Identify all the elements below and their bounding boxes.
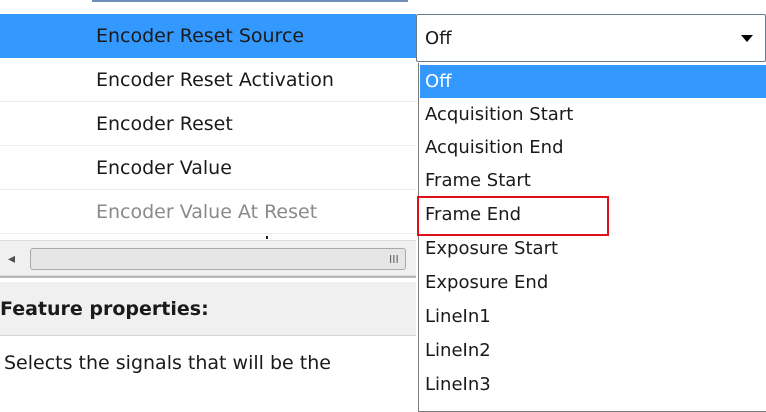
property-row-encoder-reset-source[interactable]: Encoder Reset Source (0, 14, 416, 58)
feature-properties-header: Feature properties: (0, 282, 416, 336)
property-label: Encoder Reset Source (96, 25, 305, 47)
dropdown-option-linein2[interactable]: LineIn2 (420, 334, 766, 367)
dropdown-list: Off Acquisition Start Acquisition End Fr… (418, 63, 766, 412)
property-row-encoder-value[interactable]: Encoder Value (0, 146, 416, 190)
horizontal-scrollbar[interactable]: ◂ III (0, 240, 416, 276)
property-row-encoder-reset[interactable]: Encoder Reset (0, 102, 416, 146)
property-row-encoder-value-at-reset[interactable]: Encoder Value At Reset (0, 190, 416, 234)
property-label: Encoder Reset (96, 113, 233, 135)
dropdown-option-exposure-start[interactable]: Exposure Start (420, 232, 766, 265)
dropdown-option-acquisition-end[interactable]: Acquisition End (420, 131, 766, 164)
property-label: Encoder Reset Activation (96, 69, 334, 91)
scrollbar-thumb[interactable]: III (30, 248, 406, 270)
feature-properties-body: Selects the signals that will be the (0, 336, 416, 412)
encoder-reset-source-select[interactable]: Off (416, 14, 766, 62)
dropdown-option-linein3[interactable]: LineIn3 (420, 368, 766, 401)
clipped-row-fragment (266, 236, 268, 239)
scrollbar-grip-icon: III (389, 253, 399, 266)
panel-splitter[interactable] (0, 276, 416, 278)
dropdown-option-exposure-end[interactable]: Exposure End (420, 266, 766, 299)
select-value: Off (425, 28, 452, 49)
dropdown-option-acquisition-start[interactable]: Acquisition Start (420, 98, 766, 131)
property-grid: Encoder Reset Source Encoder Reset Activ… (0, 0, 416, 234)
property-label: Encoder Value (96, 157, 232, 179)
dropdown-option-frame-end[interactable]: Frame End (420, 198, 766, 231)
scroll-left-arrow-icon[interactable]: ◂ (8, 250, 15, 268)
dropdown-option-linein1[interactable]: LineIn1 (420, 300, 766, 333)
grid-top-border (92, 0, 408, 2)
feature-description: Selects the signals that will be the (4, 352, 331, 374)
dropdown-option-off[interactable]: Off (420, 65, 766, 98)
property-label: Encoder Value At Reset (96, 201, 318, 223)
feature-properties-title: Feature properties: (0, 298, 209, 320)
property-row-encoder-reset-activation[interactable]: Encoder Reset Activation (0, 58, 416, 102)
dropdown-option-frame-start[interactable]: Frame Start (420, 164, 766, 197)
chevron-down-icon[interactable] (741, 35, 753, 42)
